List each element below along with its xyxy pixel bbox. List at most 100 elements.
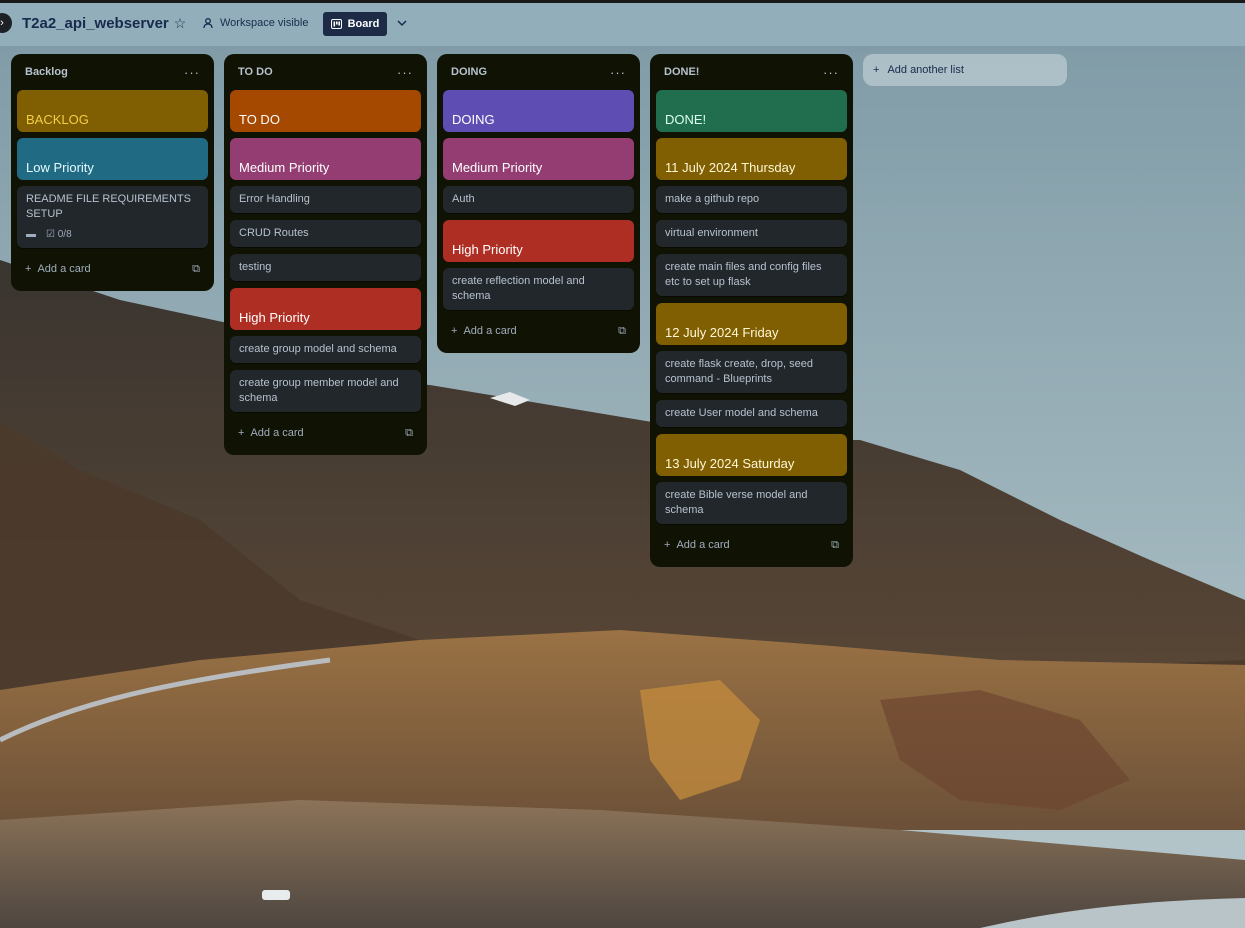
view-switcher-button[interactable] <box>394 15 410 31</box>
chevron-down-icon <box>397 20 407 27</box>
sidebar-toggle-button[interactable]: › <box>0 13 12 33</box>
add-card-button[interactable]: + Add a card ⧉ <box>17 255 208 283</box>
card-title: 12 July 2024 Friday <box>665 325 779 340</box>
add-card-button[interactable]: + Add a card ⧉ <box>230 419 421 447</box>
template-icon[interactable]: ⧉ <box>831 539 839 552</box>
list-header: Backlog ··· <box>17 54 208 90</box>
card-title: create main files and config files etc t… <box>665 261 822 288</box>
list-header: DOING ··· <box>443 54 634 90</box>
card-title: Medium Priority <box>452 160 543 175</box>
cover-card[interactable]: BACKLOG <box>17 90 208 132</box>
people-icon <box>203 18 213 29</box>
card-title: virtual environment <box>665 227 758 239</box>
list-card[interactable]: create Bible verse model and schema <box>656 482 847 524</box>
list-card[interactable]: make a github repo <box>656 186 847 213</box>
card-title: 11 July 2024 Thursday <box>665 160 796 175</box>
list-card[interactable]: create group model and schema <box>230 336 421 363</box>
cover-card[interactable]: High Priority <box>443 220 634 262</box>
board-icon <box>330 19 342 29</box>
checklist-badge: ☑ 0/8 <box>46 229 72 240</box>
list-to-do: TO DO ··· TO DO Medium Priority Error Ha… <box>224 54 427 455</box>
card-title: create Bible verse model and schema <box>665 489 808 516</box>
board-view-button[interactable]: Board <box>323 12 387 36</box>
card-title: create group model and schema <box>239 343 397 355</box>
card-title: Low Priority <box>26 160 94 175</box>
list-card[interactable]: README FILE REQUIREMENTS SETUP ▬ ☑ 0/8 <box>17 186 208 248</box>
add-card-button[interactable]: + Add a card ⧉ <box>443 317 634 345</box>
star-icon: ☆ <box>173 15 187 31</box>
list-title[interactable]: DOING <box>451 66 487 78</box>
card-title: DOING <box>452 112 495 127</box>
cover-card[interactable]: DOING <box>443 90 634 132</box>
list-backlog: Backlog ··· BACKLOG Low Priority README … <box>11 54 214 291</box>
card-title: Auth <box>452 193 475 205</box>
chevron-right-icon: › <box>0 17 4 29</box>
cover-card[interactable]: 13 July 2024 Saturday <box>656 434 847 476</box>
card-title: TO DO <box>239 112 280 127</box>
add-card-button[interactable]: + Add a card ⧉ <box>656 531 847 559</box>
list-card[interactable]: virtual environment <box>656 220 847 247</box>
card-title: BACKLOG <box>26 112 89 127</box>
add-another-list-button[interactable]: + Add another list <box>863 54 1067 86</box>
card-title: create reflection model and schema <box>452 275 585 302</box>
card-title: 13 July 2024 Saturday <box>665 456 795 471</box>
list-card[interactable]: create group member model and schema <box>230 370 421 412</box>
description-icon: ▬ <box>26 229 36 240</box>
template-icon[interactable]: ⧉ <box>405 427 413 440</box>
add-card-label: Add a card <box>463 325 517 337</box>
add-card-label: Add a card <box>676 539 730 551</box>
plus-icon: + <box>25 263 32 275</box>
list-title[interactable]: DONE! <box>664 66 699 78</box>
more-icon[interactable]: ··· <box>397 65 413 80</box>
card-title: CRUD Routes <box>239 227 309 239</box>
list-card[interactable]: create flask create, drop, seed command … <box>656 351 847 393</box>
star-board-button[interactable]: ☆ <box>172 15 188 31</box>
card-title: Error Handling <box>239 193 310 205</box>
cover-card[interactable]: Low Priority <box>17 138 208 180</box>
more-icon[interactable]: ··· <box>610 65 626 80</box>
card-title: make a github repo <box>665 193 760 205</box>
card-badges: ▬ ☑ 0/8 <box>26 227 199 242</box>
card-title: create group member model and schema <box>239 377 399 404</box>
cover-card[interactable]: Medium Priority <box>230 138 421 180</box>
card-title: testing <box>239 261 272 273</box>
more-icon[interactable]: ··· <box>184 65 200 80</box>
list-card[interactable]: CRUD Routes <box>230 220 421 247</box>
list-card[interactable]: testing <box>230 254 421 281</box>
cover-card[interactable]: High Priority <box>230 288 421 330</box>
visibility-label: Workspace visible <box>220 17 309 29</box>
list-title[interactable]: Backlog <box>25 66 68 78</box>
plus-icon: + <box>451 325 458 337</box>
card-title: README FILE REQUIREMENTS SETUP <box>26 193 192 220</box>
plus-icon: + <box>873 64 880 76</box>
board-view-label: Board <box>347 18 380 30</box>
checklist-count: 0/8 <box>57 229 72 240</box>
board-header: › T2a2_api_webserver ☆ Workspace visible… <box>0 0 1245 46</box>
card-title: create User model and schema <box>665 407 818 419</box>
cover-card[interactable]: DONE! <box>656 90 847 132</box>
cover-card[interactable]: TO DO <box>230 90 421 132</box>
cover-card[interactable]: 11 July 2024 Thursday <box>656 138 847 180</box>
list-title[interactable]: TO DO <box>238 66 273 78</box>
more-icon[interactable]: ··· <box>823 65 839 80</box>
card-title: High Priority <box>239 310 310 325</box>
list-doing: DOING ··· DOING Medium Priority Auth Hig… <box>437 54 640 353</box>
cover-card[interactable]: 12 July 2024 Friday <box>656 303 847 345</box>
board-title[interactable]: T2a2_api_webserver <box>22 15 169 32</box>
visibility-button[interactable]: Workspace visible <box>202 13 308 33</box>
list-card[interactable]: create reflection model and schema <box>443 268 634 310</box>
card-title: High Priority <box>452 242 523 257</box>
plus-icon: + <box>664 539 671 551</box>
list-card[interactable]: Auth <box>443 186 634 213</box>
add-card-label: Add a card <box>250 427 304 439</box>
list-card[interactable]: Error Handling <box>230 186 421 213</box>
cover-card[interactable]: Medium Priority <box>443 138 634 180</box>
list-header: DONE! ··· <box>656 54 847 90</box>
list-card[interactable]: create main files and config files etc t… <box>656 254 847 296</box>
list-card[interactable]: create User model and schema <box>656 400 847 427</box>
template-icon[interactable]: ⧉ <box>618 325 626 338</box>
add-card-label: Add a card <box>37 263 91 275</box>
template-icon[interactable]: ⧉ <box>192 263 200 276</box>
add-list-label: Add another list <box>887 64 964 76</box>
list-header: TO DO ··· <box>230 54 421 90</box>
